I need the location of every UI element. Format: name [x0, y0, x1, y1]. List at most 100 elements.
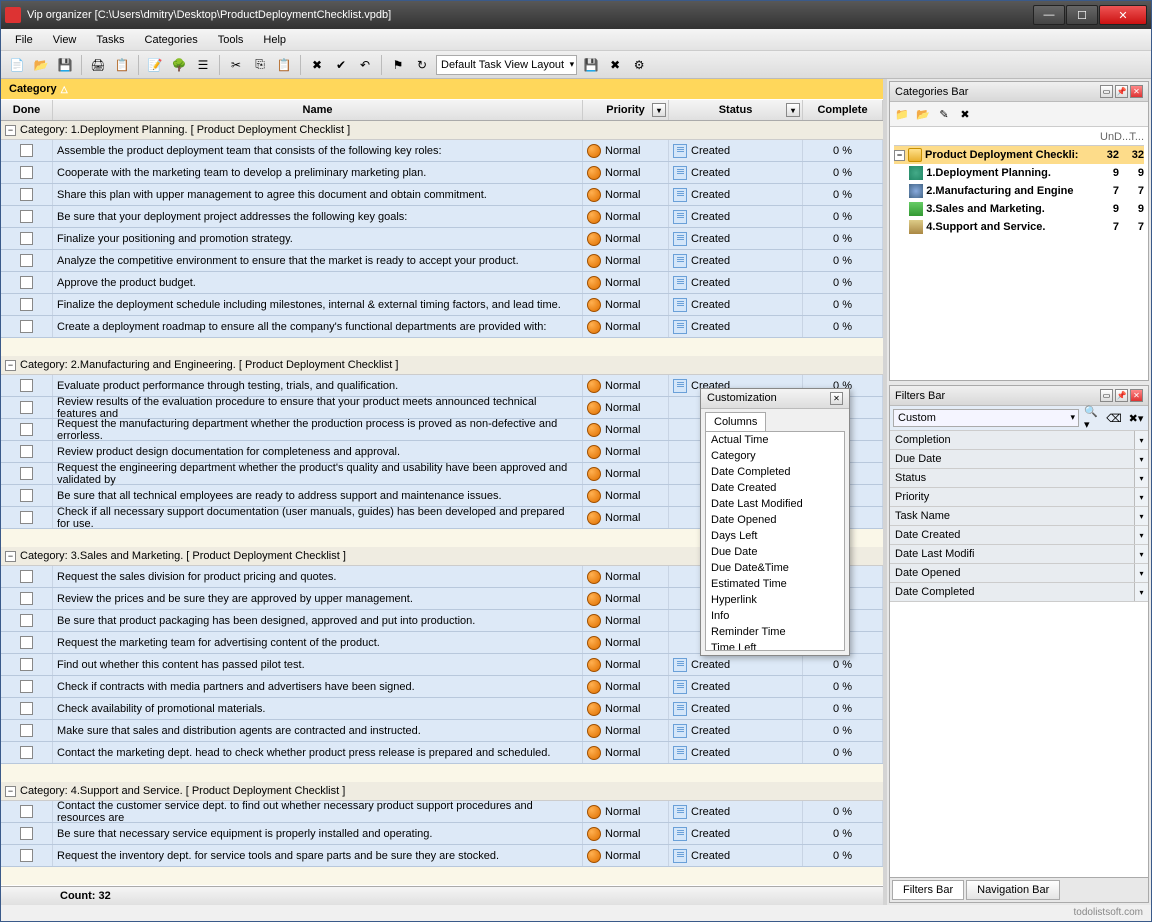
menu-file[interactable]: File	[7, 31, 41, 49]
column-option[interactable]: Time Left	[706, 640, 844, 651]
minimize-button[interactable]: —	[1033, 5, 1065, 25]
task-row[interactable]: Contact the customer service dept. to fi…	[1, 801, 883, 823]
column-status[interactable]: Status▾	[669, 100, 803, 120]
status-cell[interactable]: Created	[669, 316, 803, 337]
menu-tools[interactable]: Tools	[210, 31, 252, 49]
priority-cell[interactable]: Normal	[583, 272, 669, 293]
priority-cell[interactable]: Normal	[583, 610, 669, 631]
priority-cell[interactable]: Normal	[583, 206, 669, 227]
priority-cell[interactable]: Normal	[583, 441, 669, 462]
priority-cell[interactable]: Normal	[583, 742, 669, 763]
done-cell[interactable]	[1, 823, 53, 844]
close-button[interactable]: ✕	[1099, 5, 1147, 25]
task-row[interactable]: Finalize the deployment schedule includi…	[1, 294, 883, 316]
filter-row[interactable]: Status▾	[890, 469, 1148, 488]
apply-filter-icon[interactable]: 🔍▾	[1083, 409, 1101, 427]
open-icon[interactable]: 📂	[31, 55, 51, 75]
column-option[interactable]: Hyperlink	[706, 592, 844, 608]
priority-cell[interactable]: Normal	[583, 588, 669, 609]
task-row[interactable]: Share this plan with upper management to…	[1, 184, 883, 206]
group-by-band[interactable]: Category△	[1, 79, 883, 99]
dropdown-icon[interactable]: ▾	[1134, 564, 1148, 582]
status-cell[interactable]: Created	[669, 742, 803, 763]
filter-row[interactable]: Date Completed▾	[890, 583, 1148, 602]
dropdown-icon[interactable]: ▾	[1134, 469, 1148, 487]
new-category-icon[interactable]: 📁	[893, 105, 911, 123]
tab-columns[interactable]: Columns	[705, 412, 766, 431]
task-row[interactable]: Contact the marketing dept. head to chec…	[1, 742, 883, 764]
undo-icon[interactable]: ↶	[355, 55, 375, 75]
task-row[interactable]: Be sure that necessary service equipment…	[1, 823, 883, 845]
priority-cell[interactable]: Normal	[583, 316, 669, 337]
done-cell[interactable]	[1, 485, 53, 506]
done-cell[interactable]	[1, 206, 53, 227]
status-cell[interactable]: Created	[669, 162, 803, 183]
done-cell[interactable]	[1, 801, 53, 822]
status-cell[interactable]: Created	[669, 250, 803, 271]
menu-view[interactable]: View	[45, 31, 85, 49]
priority-cell[interactable]: Normal	[583, 485, 669, 506]
checkbox[interactable]	[20, 254, 33, 267]
priority-cell[interactable]: Normal	[583, 463, 669, 484]
done-cell[interactable]	[1, 397, 53, 418]
filter-preset-selector[interactable]: Custom	[893, 409, 1079, 427]
group-header[interactable]: −Category: 4.Support and Service. [ Prod…	[1, 782, 883, 801]
filter-row[interactable]: Completion▾	[890, 431, 1148, 450]
priority-cell[interactable]: Normal	[583, 823, 669, 844]
paste-icon[interactable]: 📋	[274, 55, 294, 75]
save-icon[interactable]: 💾	[55, 55, 75, 75]
column-option[interactable]: Date Opened	[706, 512, 844, 528]
checkbox[interactable]	[20, 805, 33, 818]
priority-cell[interactable]: Normal	[583, 720, 669, 741]
checkbox[interactable]	[20, 570, 33, 583]
checkbox[interactable]	[20, 276, 33, 289]
task-row[interactable]: Cooperate with the marketing team to dev…	[1, 162, 883, 184]
list-icon[interactable]: ☰	[193, 55, 213, 75]
expander-icon[interactable]: −	[5, 786, 16, 797]
status-cell[interactable]: Created	[669, 801, 803, 822]
task-row[interactable]: Analyze the competitive environment to e…	[1, 250, 883, 272]
checkbox[interactable]	[20, 511, 33, 524]
column-option[interactable]: Estimated Time	[706, 576, 844, 592]
done-cell[interactable]	[1, 720, 53, 741]
priority-cell[interactable]: Normal	[583, 162, 669, 183]
close-icon[interactable]: ✕	[1130, 389, 1143, 402]
done-cell[interactable]	[1, 294, 53, 315]
priority-cell[interactable]: Normal	[583, 397, 669, 418]
filter-icon[interactable]: ▾	[786, 103, 800, 117]
dropdown-icon[interactable]: ▾	[1134, 431, 1148, 449]
tree-item[interactable]: −Product Deployment Checkli:3232	[894, 146, 1144, 164]
done-cell[interactable]	[1, 228, 53, 249]
status-cell[interactable]: Created	[669, 294, 803, 315]
delete-icon[interactable]: ✖	[307, 55, 327, 75]
column-option[interactable]: Date Last Modified	[706, 496, 844, 512]
sub-category-icon[interactable]: 📂	[914, 105, 932, 123]
column-option[interactable]: Actual Time	[706, 432, 844, 448]
task-icon[interactable]: 📝	[145, 55, 165, 75]
refresh-icon[interactable]: ↻	[412, 55, 432, 75]
column-option[interactable]: Date Created	[706, 480, 844, 496]
remove-icon[interactable]: ✖▾	[1127, 409, 1145, 427]
filter-row[interactable]: Priority▾	[890, 488, 1148, 507]
status-cell[interactable]: Created	[669, 140, 803, 161]
status-cell[interactable]: Created	[669, 698, 803, 719]
priority-cell[interactable]: Normal	[583, 801, 669, 822]
priority-cell[interactable]: Normal	[583, 140, 669, 161]
task-row[interactable]: Finalize your positioning and promotion …	[1, 228, 883, 250]
checkbox[interactable]	[20, 702, 33, 715]
filter-row[interactable]: Task Name▾	[890, 507, 1148, 526]
tree-icon[interactable]: 🌳	[169, 55, 189, 75]
checkbox[interactable]	[20, 210, 33, 223]
column-option[interactable]: Category	[706, 448, 844, 464]
checkbox[interactable]	[20, 827, 33, 840]
task-row[interactable]: Assemble the product deployment team tha…	[1, 140, 883, 162]
checkbox[interactable]	[20, 746, 33, 759]
column-option[interactable]: Due Date&Time	[706, 560, 844, 576]
priority-cell[interactable]: Normal	[583, 698, 669, 719]
filter-row[interactable]: Date Opened▾	[890, 564, 1148, 583]
settings-icon[interactable]: ⚙	[629, 55, 649, 75]
done-cell[interactable]	[1, 742, 53, 763]
done-cell[interactable]	[1, 676, 53, 697]
priority-cell[interactable]: Normal	[583, 184, 669, 205]
doc-icon[interactable]: 📋	[112, 55, 132, 75]
